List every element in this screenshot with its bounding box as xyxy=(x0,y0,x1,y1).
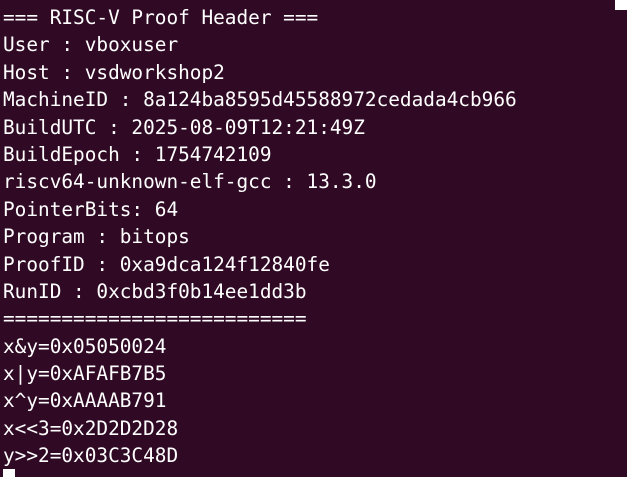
output-line-build-epoch: BuildEpoch : 1754742109 xyxy=(3,142,272,166)
scrollbar-thumb[interactable] xyxy=(615,0,627,10)
output-line-build-utc: BuildUTC : 2025-08-09T12:21:49Z xyxy=(3,115,365,139)
output-line-compiler: riscv64-unknown-elf-gcc : 13.3.0 xyxy=(3,170,377,194)
output-line-and: x&y=0x05050024 xyxy=(3,334,167,358)
terminal-output: === RISC-V Proof Header === User : vboxu… xyxy=(3,4,517,470)
separator-line: ========================== xyxy=(3,307,307,331)
output-line-host: Host : vsdworkshop2 xyxy=(3,60,225,84)
output-line-or: x|y=0xAFAFB7B5 xyxy=(3,362,167,386)
output-line-shift-right: y>>2=0x03C3C48D xyxy=(3,444,179,468)
output-line-shift-left: x<<3=0x2D2D2D28 xyxy=(3,416,179,440)
output-line-proof-id: ProofID : 0xa9dca124f12840fe xyxy=(3,252,330,276)
output-line-program: Program : bitops xyxy=(3,225,190,249)
terminal-window[interactable]: , g l p === RISC-V Proof Header === User… xyxy=(0,0,627,477)
output-line-user: User : vboxuser xyxy=(3,33,179,57)
header-banner: === RISC-V Proof Header === xyxy=(3,6,319,29)
output-line-xor: x^y=0xAAAAB791 xyxy=(3,389,167,413)
terminal-cursor xyxy=(3,469,15,477)
output-line-pointer-bits: PointerBits: 64 xyxy=(3,197,179,221)
output-line-run-id: RunID : 0xcbd3f0b14ee1dd3b xyxy=(3,279,307,303)
output-line-machine-id: MachineID : 8a124ba8595d45588972cedada4c… xyxy=(3,88,517,112)
